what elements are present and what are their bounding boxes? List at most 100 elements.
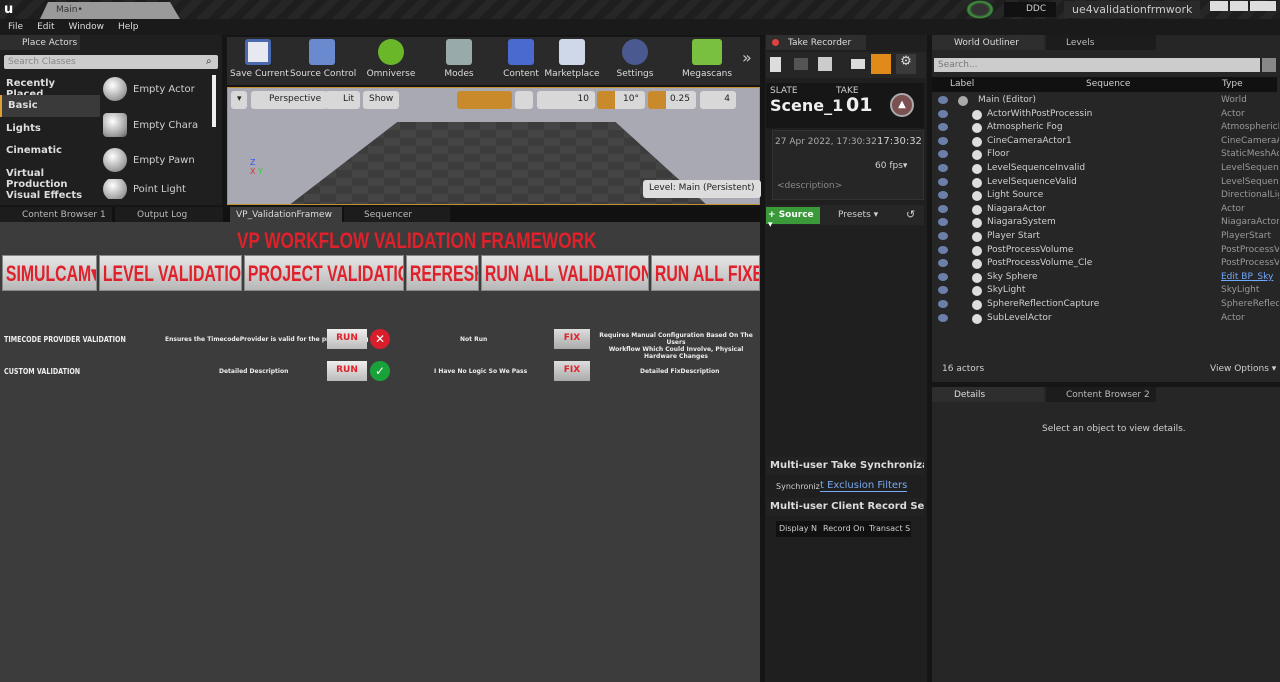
visibility-eye-icon[interactable]: [938, 164, 948, 172]
sequence-icon[interactable]: [818, 57, 832, 71]
record-button[interactable]: ▲: [890, 93, 914, 117]
ddc-indicator[interactable]: DDC: [1004, 2, 1056, 17]
category-basic[interactable]: Basic: [0, 95, 100, 117]
tab-content-browser-2[interactable]: Content Browser 2: [1046, 387, 1156, 402]
content-button[interactable]: Content: [502, 37, 540, 83]
outliner-row[interactable]: ActorWithPostProcessin Actor: [932, 108, 1280, 122]
maximize-button[interactable]: [1230, 1, 1248, 11]
revert-icon[interactable]: ↺: [906, 208, 915, 221]
visibility-eye-icon[interactable]: [938, 204, 948, 213]
source-control-button[interactable]: Source Control: [290, 37, 356, 83]
visibility-eye-icon[interactable]: [938, 232, 948, 240]
source-control-status-icon[interactable]: [966, 0, 994, 19]
outliner-row[interactable]: NiagaraSystem NiagaraActor: [932, 216, 1280, 230]
visibility-eye-icon[interactable]: [938, 300, 948, 308]
column-header[interactable]: Transact S: [866, 521, 911, 537]
marketplace-button[interactable]: Marketplace: [544, 37, 600, 83]
outliner-row[interactable]: LevelSequenceValid LevelSequenc: [932, 176, 1280, 190]
visibility-eye-icon[interactable]: [938, 313, 948, 322]
actor-empty-actor[interactable]: Empty Actor: [103, 73, 211, 105]
multiuser-sync-section[interactable]: Multi-user Take Synchronization: [766, 457, 924, 475]
column-header[interactable]: Display N: [776, 521, 820, 537]
description-field[interactable]: <description>: [777, 181, 842, 191]
outliner-row[interactable]: PostProcessVolume PostProcessV: [932, 244, 1280, 258]
level-validation-button[interactable]: LEVEL VALIDATION: [99, 255, 242, 291]
category-lights[interactable]: Lights: [0, 118, 100, 140]
tab-place-actors[interactable]: Place Actors: [0, 35, 80, 50]
hierarchy-icon[interactable]: [871, 54, 891, 74]
perspective-button[interactable]: Perspective: [251, 91, 328, 109]
tab-world-outliner[interactable]: World Outliner: [932, 35, 1044, 50]
multiuser-client-section[interactable]: Multi-user Client Record Settings: [766, 498, 924, 516]
outliner-row[interactable]: Floor StaticMeshAc: [932, 148, 1280, 162]
settings-gear-icon[interactable]: ⚙: [896, 54, 916, 74]
visibility-eye-icon[interactable]: [938, 259, 948, 268]
menu-help[interactable]: Help: [118, 22, 139, 32]
world-local-toggle[interactable]: [515, 91, 533, 109]
category-cinematic[interactable]: Cinematic: [0, 140, 100, 162]
outliner-row[interactable]: LevelSequenceInvalid LevelSequenc: [932, 162, 1280, 176]
review-icon[interactable]: [794, 58, 808, 70]
refresh-button[interactable]: REFRESH: [406, 255, 479, 291]
run-all-validations-button[interactable]: RUN ALL VALIDATIONS: [481, 255, 649, 291]
outliner-row[interactable]: SphereReflectionCapture SphereReflect: [932, 298, 1280, 312]
lit-button[interactable]: Lit: [325, 91, 361, 109]
outliner-row[interactable]: Sky Sphere Edit BP_Sky: [932, 271, 1280, 285]
category-recently-placed[interactable]: Recently Placed: [0, 73, 100, 100]
actor-point-light[interactable]: Point Light: [103, 179, 211, 199]
menu-file[interactable]: File: [8, 22, 23, 32]
outliner-row[interactable]: NiagaraActor Actor: [932, 203, 1280, 217]
column-label[interactable]: Label: [950, 79, 974, 89]
visibility-eye-icon[interactable]: [938, 218, 948, 227]
outliner-row[interactable]: PostProcessVolume_Cle PostProcessV: [932, 257, 1280, 271]
outliner-search-input[interactable]: Search...: [934, 58, 1260, 72]
outliner-row[interactable]: Light Source DirectionalLig: [932, 189, 1280, 203]
actor-empty-character[interactable]: Empty Chara: [103, 109, 211, 141]
visibility-eye-icon[interactable]: [938, 123, 948, 132]
unreal-logo[interactable]: u: [4, 2, 13, 17]
outliner-row[interactable]: Main (Editor) World: [932, 94, 1280, 108]
exclusion-filters-link[interactable]: t Exclusion Filters: [820, 480, 908, 492]
search-classes-input[interactable]: Search Classes: [4, 55, 218, 69]
tab-vp-validation-framework[interactable]: VP_ValidationFramew: [230, 207, 342, 222]
fix-button[interactable]: FIX: [554, 329, 590, 349]
outliner-row[interactable]: CineCameraActor1 CineCameraA: [932, 135, 1280, 149]
close-button[interactable]: [1250, 1, 1276, 11]
outliner-row[interactable]: SkyLight SkyLight: [932, 284, 1280, 298]
outliner-filter-button[interactable]: [1262, 58, 1276, 72]
outliner-row[interactable]: Player Start PlayerStart: [932, 230, 1280, 244]
actor-empty-pawn[interactable]: Empty Pawn: [103, 144, 211, 176]
grid-snap-value[interactable]: 10: [537, 91, 595, 109]
column-header[interactable]: Record On: [820, 521, 866, 537]
visibility-eye-icon[interactable]: [938, 177, 948, 186]
menu-window[interactable]: Window: [69, 22, 105, 32]
presets-button[interactable]: Presets ▾: [838, 210, 878, 220]
category-visual-effects[interactable]: Visual Effects: [0, 185, 100, 207]
show-button[interactable]: Show: [363, 91, 400, 109]
visibility-eye-icon[interactable]: [938, 96, 948, 104]
modes-button[interactable]: Modes: [440, 37, 478, 83]
actor-type[interactable]: Edit BP_Sky: [1221, 272, 1279, 282]
run-all-fixes-button[interactable]: RUN ALL FIXES: [651, 255, 760, 291]
open-folder-icon[interactable]: [851, 59, 865, 69]
visibility-eye-icon[interactable]: [938, 136, 948, 145]
new-take-icon[interactable]: [770, 57, 781, 72]
visibility-eye-icon[interactable]: [938, 286, 948, 295]
outliner-row[interactable]: SubLevelActor Actor: [932, 312, 1280, 326]
visibility-eye-icon[interactable]: [938, 191, 948, 200]
scale-snap-value[interactable]: 0.25: [648, 91, 696, 109]
viewport-options-button[interactable]: ▾: [231, 91, 247, 109]
visibility-eye-icon[interactable]: [938, 150, 948, 159]
fps-dropdown[interactable]: 60 fps▾: [875, 161, 907, 171]
transform-tools[interactable]: [457, 91, 512, 109]
tab-details[interactable]: Details: [932, 387, 1044, 402]
slate-value[interactable]: Scene_1: [770, 96, 843, 115]
visibility-eye-icon[interactable]: [938, 109, 948, 118]
settings-button[interactable]: Settings: [614, 37, 656, 83]
category-virtual-production[interactable]: Virtual Production: [0, 163, 100, 190]
fix-button[interactable]: FIX: [554, 361, 590, 381]
tab-levels[interactable]: Levels: [1046, 35, 1156, 50]
save-current-button[interactable]: Save Current: [230, 37, 289, 83]
document-tab[interactable]: Main•: [40, 2, 180, 19]
run-button[interactable]: RUN: [327, 329, 367, 349]
